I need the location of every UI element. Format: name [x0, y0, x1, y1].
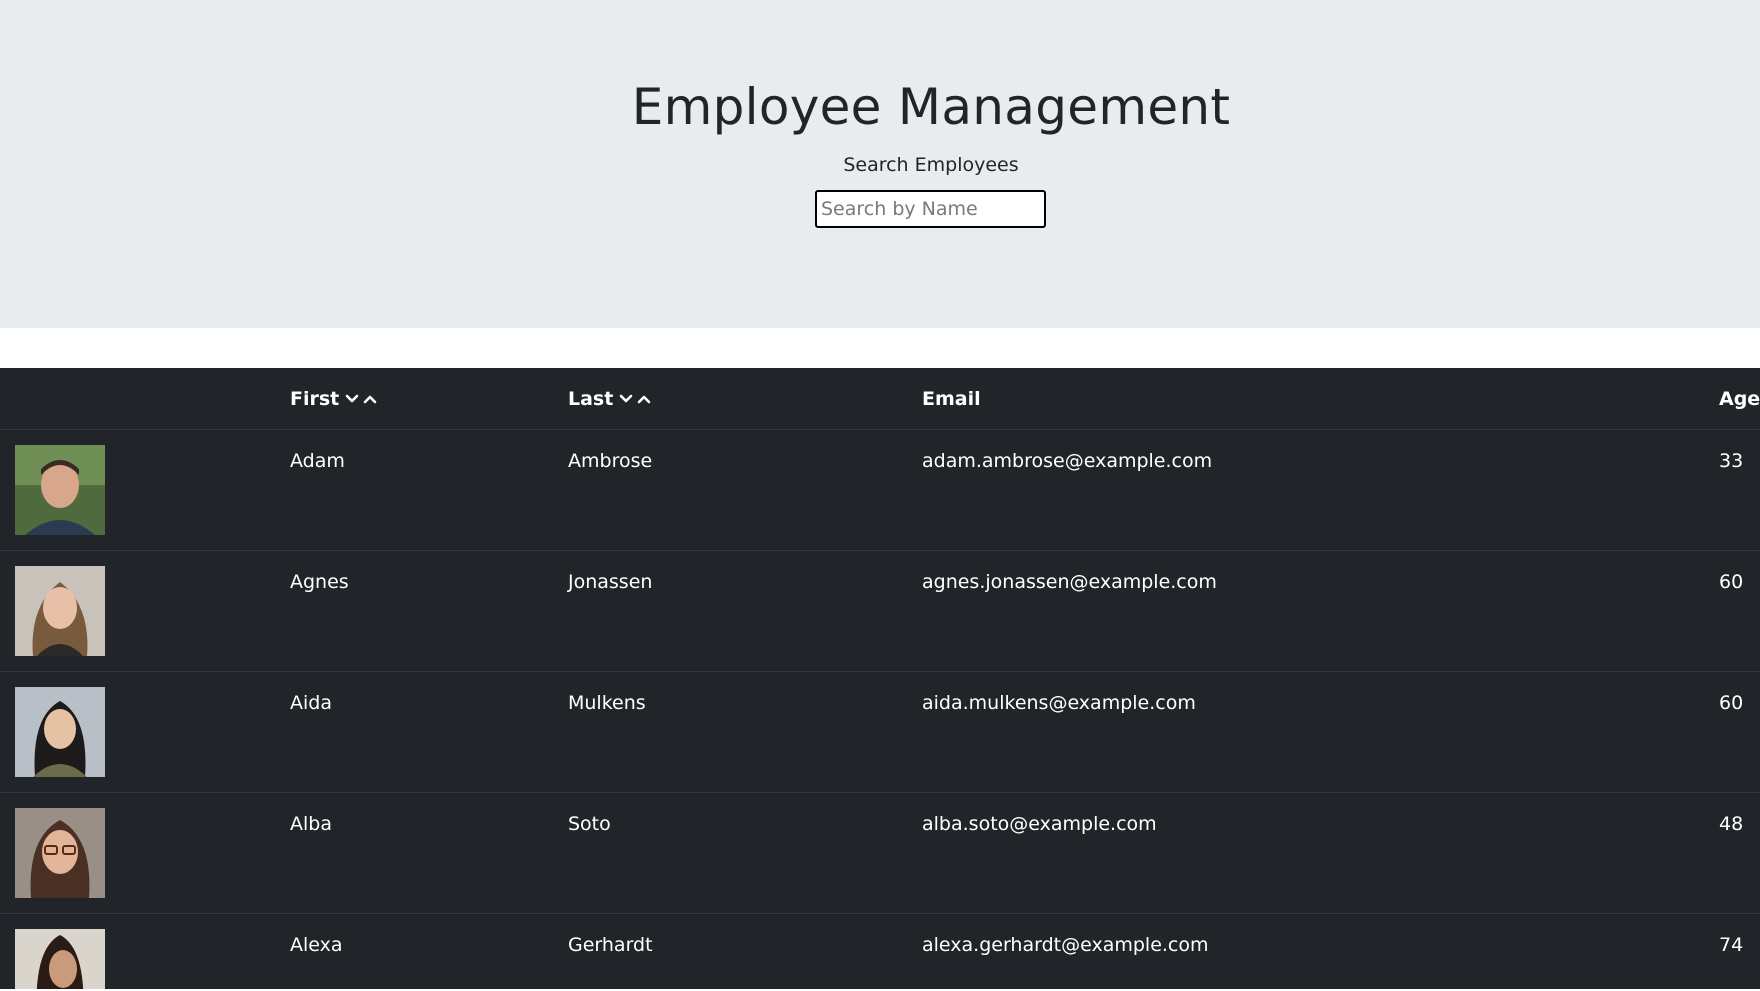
- cell-email: alexa.gerhardt@example.com: [922, 934, 1209, 956]
- employee-table: First Last Email Age Adam Ambrose adam.a…: [0, 368, 1760, 991]
- cell-email: adam.ambrose@example.com: [922, 450, 1213, 472]
- cell-age: 60: [1719, 571, 1744, 593]
- cell-age: 33: [1719, 450, 1744, 472]
- column-header-first: First: [290, 388, 377, 410]
- avatar: [15, 808, 105, 898]
- cell-first: Agnes: [290, 571, 349, 593]
- chevron-down-icon[interactable]: [619, 393, 633, 405]
- column-header-email: Email: [922, 388, 981, 410]
- chevron-up-icon[interactable]: [363, 393, 377, 405]
- cell-first: Alba: [290, 813, 332, 835]
- table-row: Agnes Jonassen agnes.jonassen@example.co…: [0, 551, 1760, 672]
- table-row: Aida Mulkens aida.mulkens@example.com 60: [0, 672, 1760, 793]
- column-header-age: Age: [1719, 388, 1760, 410]
- column-header-last-label: Last: [568, 388, 614, 410]
- header-jumbotron: Employee Management Search Employees: [0, 0, 1760, 328]
- cell-email: alba.soto@example.com: [922, 813, 1157, 835]
- last-sort-controls: [619, 393, 651, 405]
- cell-last: Gerhardt: [568, 934, 653, 956]
- cell-last: Jonassen: [568, 571, 653, 593]
- chevron-up-icon[interactable]: [637, 393, 651, 405]
- column-header-first-label: First: [290, 388, 340, 410]
- column-header-last: Last: [568, 388, 651, 410]
- cell-first: Alexa: [290, 934, 343, 956]
- cell-first: Aida: [290, 692, 332, 714]
- search-input[interactable]: [815, 190, 1046, 228]
- cell-first: Adam: [290, 450, 345, 472]
- avatar: [15, 687, 105, 777]
- avatar: [15, 566, 105, 656]
- cell-age: 60: [1719, 692, 1744, 714]
- chevron-down-icon[interactable]: [345, 393, 359, 405]
- cell-last: Mulkens: [568, 692, 646, 714]
- cell-email: aida.mulkens@example.com: [922, 692, 1196, 714]
- table-row: Alba Soto alba.soto@example.com 48: [0, 793, 1760, 914]
- cell-age: 48: [1719, 813, 1744, 835]
- avatar: [15, 929, 105, 991]
- cell-email: agnes.jonassen@example.com: [922, 571, 1217, 593]
- first-sort-controls: [345, 393, 377, 405]
- spacer: [0, 328, 1760, 368]
- cell-last: Soto: [568, 813, 611, 835]
- avatar: [15, 445, 105, 535]
- table-header-row: First Last Email Age: [0, 368, 1760, 430]
- cell-age: 74: [1719, 934, 1744, 956]
- page-title: Employee Management: [631, 78, 1231, 136]
- search-label: Search Employees: [843, 154, 1019, 176]
- table-row: Alexa Gerhardt alexa.gerhardt@example.co…: [0, 914, 1760, 991]
- table-row: Adam Ambrose adam.ambrose@example.com 33: [0, 430, 1760, 551]
- cell-last: Ambrose: [568, 450, 653, 472]
